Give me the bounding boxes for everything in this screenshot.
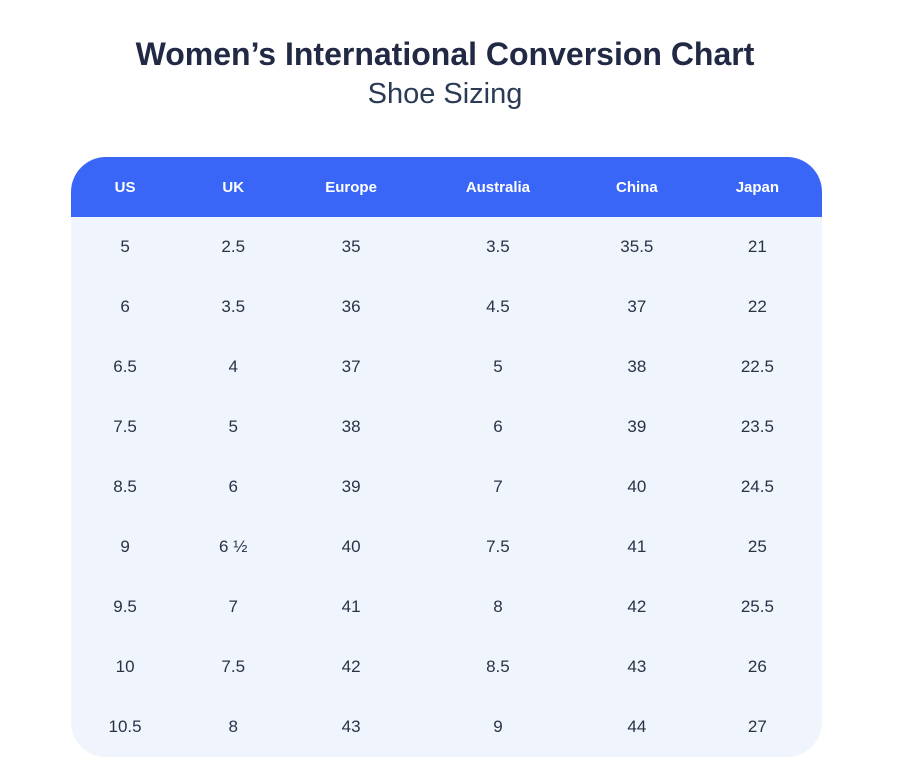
table-cell: 40: [581, 477, 693, 497]
table-cell: 25.5: [693, 597, 822, 617]
table-cell: 26: [693, 657, 822, 677]
table-cell: 8.5: [415, 657, 581, 677]
table-cell: 39: [287, 477, 415, 497]
table-cell: 8: [415, 597, 581, 617]
table-cell: 22.5: [693, 357, 822, 377]
table-cell: 37: [581, 297, 693, 317]
table-cell: 23.5: [693, 417, 822, 437]
table-cell: 21: [693, 237, 822, 257]
table-cell: 4: [179, 357, 287, 377]
table-cell: 7.5: [71, 417, 179, 437]
table-cell: 4.5: [415, 297, 581, 317]
table-cell: 6.5: [71, 357, 179, 377]
table-cell: 7.5: [415, 537, 581, 557]
page-title: Women’s International Conversion Chart: [0, 36, 890, 73]
table-cell: 41: [287, 597, 415, 617]
table-row: 52.5353.535.521: [71, 217, 822, 277]
page: Women’s International Conversion Chart S…: [0, 0, 890, 111]
page-subtitle: Shoe Sizing: [0, 78, 890, 111]
table-row: 107.5428.54326: [71, 637, 822, 697]
table-cell: 42: [287, 657, 415, 677]
table-cell: 40: [287, 537, 415, 557]
table-cell: 24.5: [693, 477, 822, 497]
table-cell: 43: [581, 657, 693, 677]
table-cell: 9: [71, 537, 179, 557]
column-header-us: US: [71, 179, 179, 196]
table-row: 9.574184225.5: [71, 577, 822, 637]
column-header-china: China: [581, 179, 693, 196]
table-cell: 35.5: [581, 237, 693, 257]
table-cell: 27: [693, 717, 822, 737]
table-body: 52.5353.535.52163.5364.537226.543753822.…: [71, 217, 822, 757]
table-cell: 6: [71, 297, 179, 317]
table-row: 96 ½407.54125: [71, 517, 822, 577]
table-cell: 9.5: [71, 597, 179, 617]
column-header-japan: Japan: [693, 179, 822, 196]
table-cell: 9: [415, 717, 581, 737]
table-cell: 6: [415, 417, 581, 437]
table-cell: 10: [71, 657, 179, 677]
table-cell: 7: [415, 477, 581, 497]
table-cell: 10.5: [71, 717, 179, 737]
table-cell: 22: [693, 297, 822, 317]
table-row: 63.5364.53722: [71, 277, 822, 337]
conversion-table: USUKEuropeAustraliaChinaJapan 52.5353.53…: [71, 157, 822, 757]
column-header-europe: Europe: [287, 179, 415, 196]
table-cell: 39: [581, 417, 693, 437]
table-cell: 35: [287, 237, 415, 257]
table-cell: 7.5: [179, 657, 287, 677]
column-header-uk: UK: [179, 179, 287, 196]
column-header-australia: Australia: [415, 179, 581, 196]
table-cell: 8: [179, 717, 287, 737]
table-cell: 3.5: [179, 297, 287, 317]
table-cell: 5: [415, 357, 581, 377]
table-row: 7.553863923.5: [71, 397, 822, 457]
table-cell: 25: [693, 537, 822, 557]
table-cell: 43: [287, 717, 415, 737]
table-cell: 42: [581, 597, 693, 617]
table-cell: 36: [287, 297, 415, 317]
table-row: 6.543753822.5: [71, 337, 822, 397]
table-cell: 8.5: [71, 477, 179, 497]
table-row: 8.563974024.5: [71, 457, 822, 517]
table-cell: 38: [581, 357, 693, 377]
table-cell: 6 ½: [179, 537, 287, 557]
table-cell: 41: [581, 537, 693, 557]
table-cell: 37: [287, 357, 415, 377]
table-cell: 38: [287, 417, 415, 437]
table-cell: 2.5: [179, 237, 287, 257]
table-header-row: USUKEuropeAustraliaChinaJapan: [71, 157, 822, 217]
table-cell: 7: [179, 597, 287, 617]
table-cell: 5: [179, 417, 287, 437]
table-cell: 5: [71, 237, 179, 257]
table-cell: 3.5: [415, 237, 581, 257]
table-cell: 44: [581, 717, 693, 737]
table-row: 10.584394427: [71, 697, 822, 757]
table-cell: 6: [179, 477, 287, 497]
